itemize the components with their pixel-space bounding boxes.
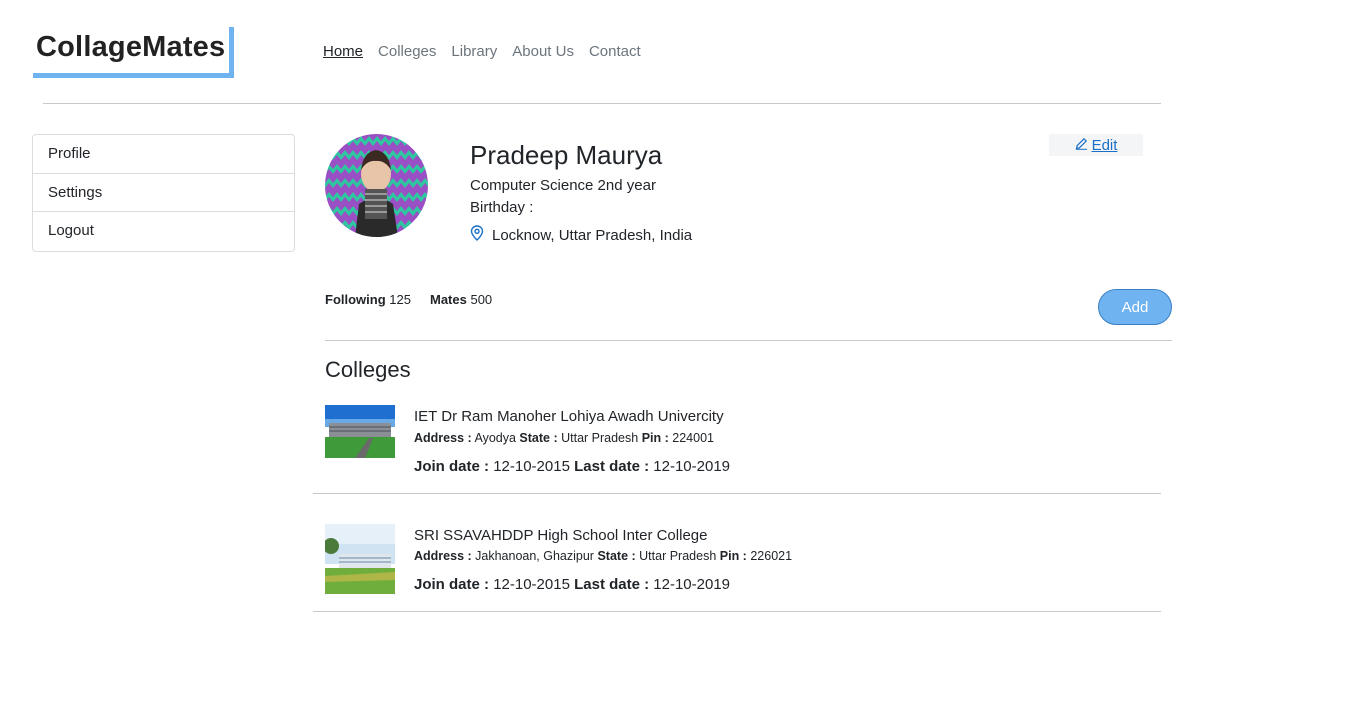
pencil-icon [1075,137,1088,154]
sidebar-item-logout[interactable]: Logout [33,212,294,251]
edit-profile-button[interactable]: Edit [1049,134,1143,156]
college-dates: Join date : 12-10-2015 Last date : 12-10… [414,458,731,475]
college-image [325,405,395,458]
college-name[interactable]: SRI SSAVAHDDP High School Inter College [414,527,707,544]
nav-contact[interactable]: Contact [589,43,641,60]
college-item: IET Dr Ram Manoher Lohiya Awadh Univerci… [313,405,1161,494]
edit-label: Edit [1091,136,1118,154]
college-address: Address : Ayodya State : Uttar Pradesh P… [414,431,714,445]
profile-location: Locknow, Uttar Pradesh, India [470,225,692,245]
nav-colleges[interactable]: Colleges [378,43,436,60]
colleges-heading: Colleges [325,357,411,382]
brand-logo[interactable]: CollageMates [33,27,234,78]
profile-divider [325,340,1172,341]
nav-home[interactable]: Home [323,43,363,60]
sidebar-item-settings[interactable]: Settings [33,174,294,212]
main-nav: Home Colleges Library About Us Contact [323,43,641,60]
college-address: Address : Jakhanoan, Ghazipur State : Ut… [414,549,793,563]
nav-library[interactable]: Library [451,43,497,60]
profile-birthday: Birthday : [470,199,534,216]
add-button[interactable]: Add [1098,289,1172,325]
sidebar-item-profile[interactable]: Profile [33,135,294,174]
profile-stats: Following 125 Mates 500 [325,292,492,307]
college-dates: Join date : 12-10-2015 Last date : 12-10… [414,576,731,593]
college-name[interactable]: IET Dr Ram Manoher Lohiya Awadh Univerci… [414,408,724,425]
profile-name: Pradeep Maurya [470,140,663,170]
college-item: SRI SSAVAHDDP High School Inter College … [313,524,1161,612]
map-pin-icon [470,225,484,245]
nav-about-us[interactable]: About Us [512,43,574,60]
avatar [325,134,428,237]
profile-course: Computer Science 2nd year [470,177,656,194]
mates-stat[interactable]: Mates 500 [430,292,492,307]
college-image [325,524,395,594]
sidebar: Profile Settings Logout [32,134,295,252]
following-stat[interactable]: Following 125 [325,292,411,307]
location-text: Locknow, Uttar Pradesh, India [492,226,693,244]
header-divider [43,103,1161,104]
